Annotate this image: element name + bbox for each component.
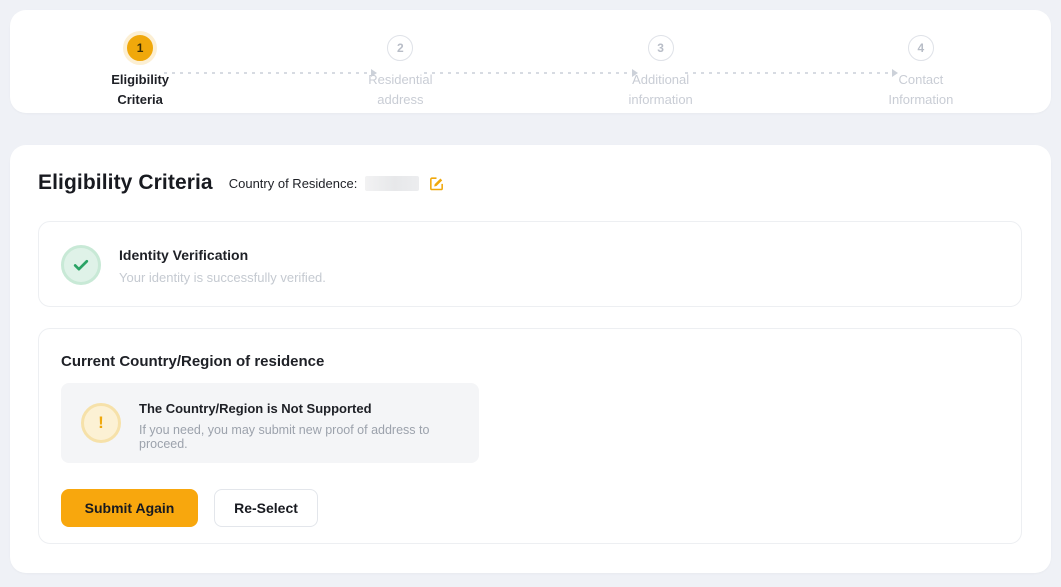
title-row: Eligibility Criteria Country of Residenc… (38, 171, 445, 195)
not-supported-warning-box: ! The Country/Region is Not Supported If… (61, 383, 479, 463)
stepper-card: 1 Eligibility Criteria 2 Residential add… (10, 10, 1051, 113)
dashed-arrow-icon (424, 72, 636, 74)
identity-verification-section: Identity Verification Your identity is s… (38, 221, 1022, 307)
warning-subtitle: If you need, you may submit new proof of… (139, 423, 479, 451)
wizard-stepper: 1 Eligibility Criteria 2 Residential add… (10, 10, 1051, 110)
edit-square-icon (428, 175, 445, 192)
dashed-arrow-icon (164, 72, 376, 74)
step-label: Eligibility Criteria (10, 70, 270, 110)
step-number-badge: 4 (908, 35, 934, 61)
page-title: Eligibility Criteria (38, 171, 213, 195)
step-number-badge: 2 (387, 35, 413, 61)
step-number-badge: 1 (127, 35, 153, 61)
eligibility-criteria-card: Eligibility Criteria Country of Residenc… (10, 145, 1051, 573)
identity-verification-title: Identity Verification (119, 247, 248, 263)
dashed-arrow-icon (685, 72, 897, 74)
step-number-badge: 3 (648, 35, 674, 61)
country-region-header: Current Country/Region of residence (61, 353, 324, 370)
step-label: Additional information (531, 70, 791, 110)
check-circle-icon (61, 245, 101, 285)
step-label: Contact Information (791, 70, 1051, 110)
stepper-step-eligibility-criteria[interactable]: 1 Eligibility Criteria (10, 35, 270, 110)
country-region-section: Current Country/Region of residence ! Th… (38, 328, 1022, 544)
edit-country-button[interactable] (427, 174, 445, 192)
step-label: Residential address (270, 70, 530, 110)
exclamation-circle-icon: ! (81, 403, 121, 443)
re-select-button[interactable]: Re-Select (214, 489, 318, 527)
warning-title: The Country/Region is Not Supported (139, 401, 372, 416)
country-of-residence-value-redacted (365, 176, 419, 191)
submit-again-button[interactable]: Submit Again (61, 489, 198, 527)
identity-verification-subtitle: Your identity is successfully verified. (119, 270, 326, 285)
country-of-residence-label: Country of Residence: (229, 176, 358, 191)
